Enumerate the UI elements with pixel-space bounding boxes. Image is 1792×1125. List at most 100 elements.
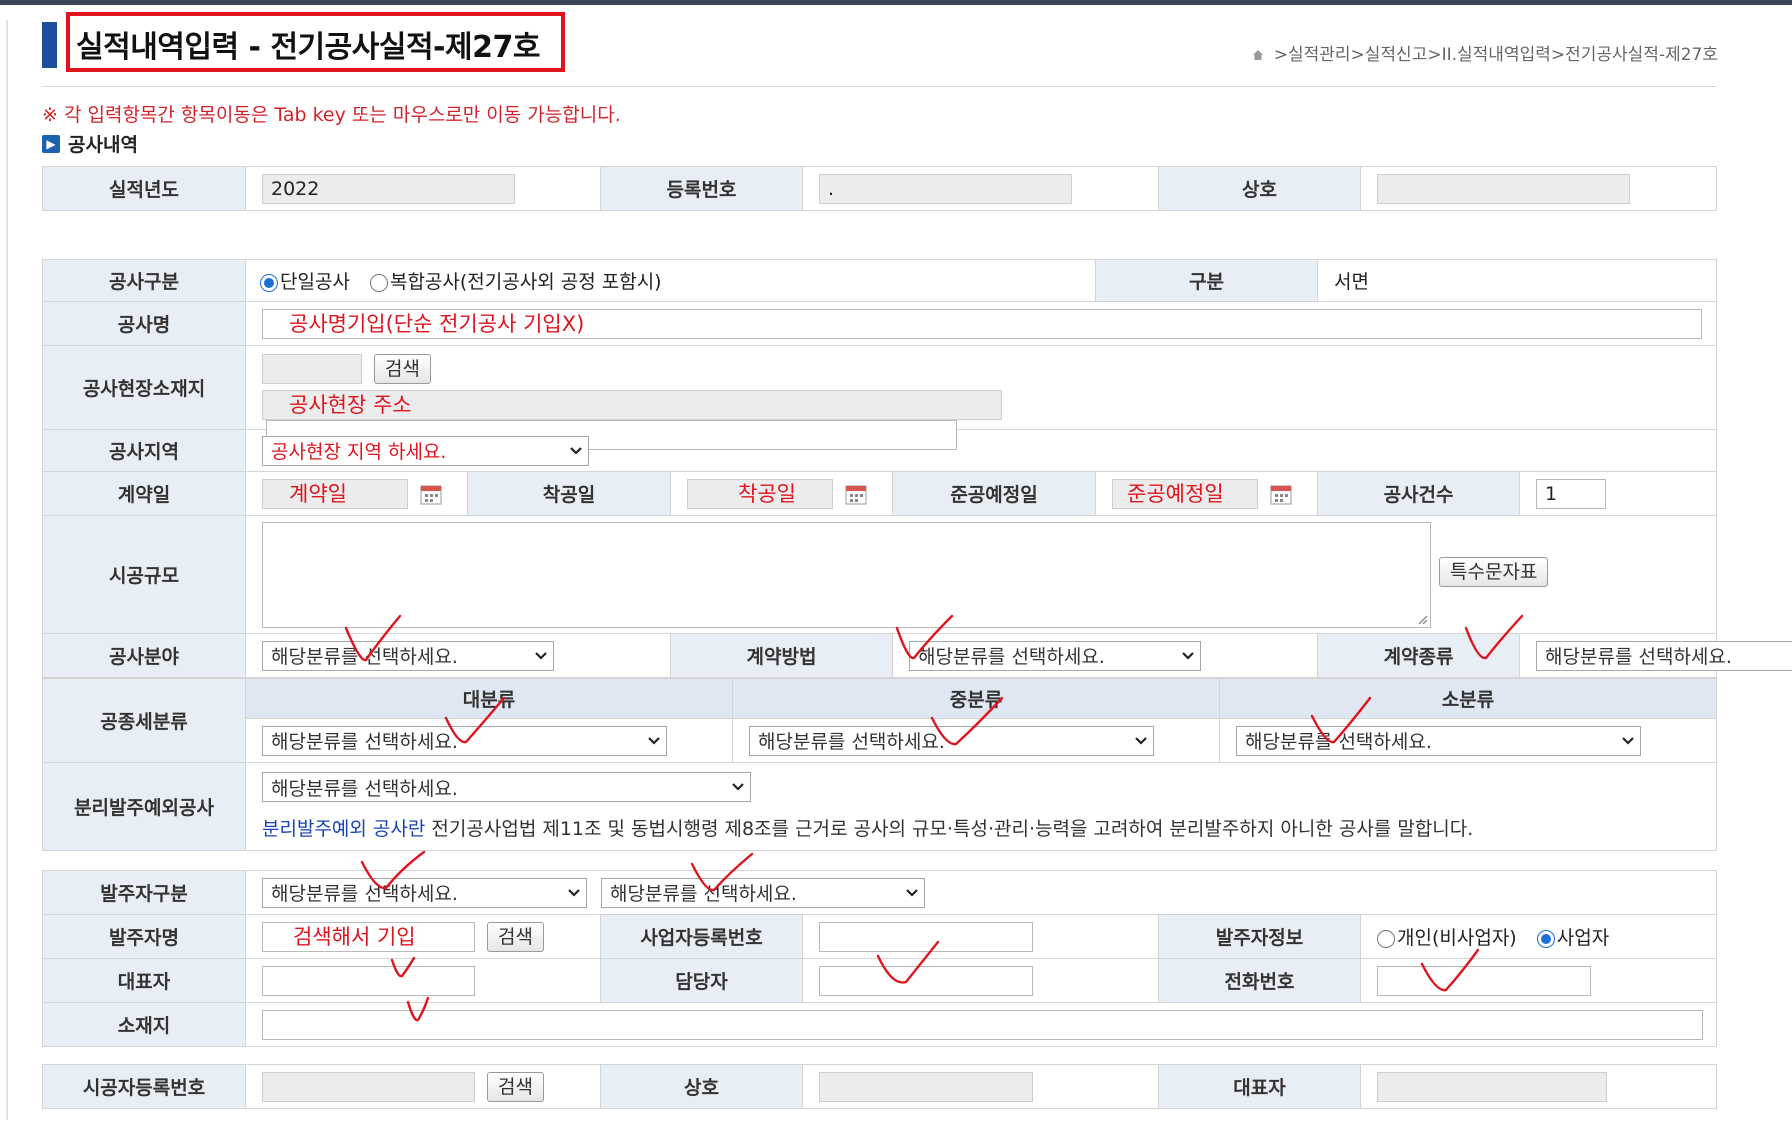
section-title-text: 공사내역 bbox=[68, 134, 138, 156]
client-rep-input[interactable] bbox=[262, 965, 475, 996]
biz-no-input[interactable] bbox=[819, 921, 1033, 952]
manager-input[interactable] bbox=[819, 965, 1033, 996]
phone-input[interactable] bbox=[1377, 965, 1591, 996]
summary-table: 실적년도 2022 등록번호 . 상호 bbox=[42, 166, 1717, 211]
contract-date-label: 계약일 bbox=[42, 471, 246, 516]
year-label: 실적년도 bbox=[42, 166, 246, 211]
work-name-input[interactable]: 공사명기입(단순 전기공사 기입X) bbox=[262, 308, 1702, 339]
radio-individual[interactable] bbox=[1377, 929, 1395, 948]
client-type-select[interactable]: 해당분류를 선택하세요. bbox=[262, 877, 587, 908]
work-name-label: 공사명 bbox=[42, 301, 246, 346]
calendar-icon[interactable] bbox=[845, 483, 867, 505]
work-type-label: 공사구분 bbox=[42, 259, 246, 302]
client-subtype-select[interactable]: 해당분류를 선택하세요. bbox=[601, 877, 926, 908]
client-search-button[interactable]: 검색 bbox=[487, 921, 545, 952]
minor-class-label: 소분류 bbox=[1219, 678, 1717, 719]
field-select[interactable]: 해당분류를 선택하세요. bbox=[262, 640, 554, 671]
builder-rep-input[interactable] bbox=[1377, 1071, 1607, 1102]
contract-method-label: 계약방법 bbox=[670, 633, 893, 678]
radio-single-work[interactable] bbox=[260, 273, 278, 292]
major-class-label: 대분류 bbox=[245, 678, 733, 719]
radio-individual-label: 개인(비사업자) bbox=[1397, 927, 1517, 949]
section-title: ▶ 공사내역 bbox=[42, 130, 138, 157]
header-divider bbox=[42, 86, 1716, 87]
contract-method-select[interactable]: 해당분류를 선택하세요. bbox=[909, 640, 1201, 671]
breadcrumb-path: >실적관리>실적신고>II.실적내역입력>전기공사실적-제27호 bbox=[1273, 45, 1718, 65]
chevron-down-icon bbox=[732, 783, 744, 791]
builder-search-button[interactable]: 검색 bbox=[487, 1071, 545, 1102]
exception-note: 분리발주예외 공사란 전기공사업법 제11조 및 동법시행령 제8조를 근거로 … bbox=[262, 814, 1700, 841]
category-label: 구분 bbox=[1095, 259, 1319, 302]
resize-handle-icon[interactable] bbox=[1416, 613, 1428, 625]
work-count-input[interactable]: 1 bbox=[1536, 478, 1607, 509]
minor-class-select[interactable]: 해당분류를 선택하세요. bbox=[1236, 725, 1641, 756]
subclass-label: 공종세분류 bbox=[42, 678, 246, 763]
middle-class-select-value: 해당분류를 선택하세요. bbox=[758, 731, 945, 753]
client-subtype-select-value: 해당분류를 선택하세요. bbox=[610, 883, 797, 905]
exception-note-lead: 분리발주예외 공사란 bbox=[262, 818, 426, 840]
site-search-button[interactable]: 검색 bbox=[374, 353, 432, 384]
middle-class-label: 중분류 bbox=[732, 678, 1220, 719]
region-select[interactable]: 공사현장 지역 하세요. bbox=[262, 435, 589, 466]
reg-no-input[interactable]: . bbox=[819, 173, 1072, 204]
builder-company-input[interactable] bbox=[819, 1071, 1033, 1102]
chevron-down-icon bbox=[1182, 651, 1194, 660]
builder-reg-no-label: 시공자등록번호 bbox=[42, 1064, 246, 1109]
contract-date-input[interactable]: 계약일 bbox=[262, 478, 408, 509]
section-arrow-icon: ▶ bbox=[42, 134, 60, 153]
field-select-value: 해당분류를 선택하세요. bbox=[271, 646, 458, 668]
company-input[interactable] bbox=[1377, 173, 1630, 204]
left-divider bbox=[6, 20, 8, 1120]
title-accent-bar bbox=[42, 22, 57, 68]
site-address-input[interactable]: 공사현장 주소 bbox=[262, 389, 1002, 420]
client-name-input[interactable]: 검색해서 기입 bbox=[262, 921, 475, 952]
scale-textarea[interactable] bbox=[262, 521, 1431, 628]
middle-class-select[interactable]: 해당분류를 선택하세요. bbox=[749, 725, 1154, 756]
contract-type-select[interactable]: 해당분류를 선택하세요. bbox=[1536, 640, 1792, 671]
category-value: 서면 bbox=[1317, 259, 1718, 302]
builder-company-label: 상호 bbox=[600, 1064, 803, 1109]
contract-method-select-value: 해당분류를 선택하세요. bbox=[918, 646, 1105, 668]
year-input[interactable]: 2022 bbox=[262, 173, 515, 204]
exception-note-body: 전기공사업법 제11조 및 동법시행령 제8조를 근거로 공사의 규모·특성·관… bbox=[425, 818, 1474, 840]
chevron-down-icon bbox=[568, 888, 580, 897]
top-bar bbox=[0, 0, 1792, 5]
exception-select-value: 해당분류를 선택하세요. bbox=[271, 777, 458, 800]
work-count-label: 공사건수 bbox=[1317, 471, 1521, 516]
client-address-input[interactable] bbox=[262, 1009, 1703, 1040]
client-address-label: 소재지 bbox=[42, 1002, 246, 1047]
major-class-select-value: 해당분류를 선택하세요. bbox=[271, 731, 458, 753]
radio-combined-label: 복합공사(전기공사외 공정 포함시) bbox=[389, 271, 662, 293]
site-label: 공사현장소재지 bbox=[42, 345, 246, 430]
client-rep-label: 대표자 bbox=[42, 958, 246, 1003]
contract-type-select-value: 해당분류를 선택하세요. bbox=[1545, 646, 1732, 668]
chevron-down-icon bbox=[1135, 736, 1147, 745]
exception-label: 분리발주예외공사 bbox=[42, 762, 246, 851]
start-date-input[interactable]: 착공일 bbox=[687, 478, 833, 509]
radio-combined-work[interactable] bbox=[369, 273, 388, 292]
reg-no-label: 등록번호 bbox=[600, 166, 803, 211]
company-label: 상호 bbox=[1158, 166, 1361, 211]
zipcode-input[interactable] bbox=[262, 353, 362, 384]
chevron-down-icon bbox=[648, 736, 660, 745]
calendar-icon[interactable] bbox=[420, 483, 442, 505]
client-name-label: 발주자명 bbox=[42, 914, 246, 959]
builder-reg-no-input[interactable] bbox=[262, 1071, 475, 1102]
exception-select[interactable]: 해당분류를 선택하세요. bbox=[262, 772, 751, 802]
special-char-button[interactable]: 특수문자표 bbox=[1439, 556, 1549, 587]
home-icon[interactable] bbox=[1252, 49, 1264, 61]
radio-business-label: 사업자 bbox=[1556, 927, 1610, 949]
calendar-icon[interactable] bbox=[1270, 483, 1292, 505]
manager-label: 담당자 bbox=[600, 958, 803, 1003]
radio-single-label: 단일공사 bbox=[280, 271, 350, 293]
start-date-label: 착공일 bbox=[467, 471, 671, 516]
radio-business[interactable] bbox=[1536, 929, 1555, 948]
major-class-select[interactable]: 해당분류를 선택하세요. bbox=[262, 725, 667, 756]
completion-date-input[interactable]: 준공예정일 bbox=[1112, 478, 1259, 509]
contract-type-label: 계약종류 bbox=[1317, 633, 1521, 678]
biz-no-label: 사업자등록번호 bbox=[600, 914, 803, 959]
chevron-down-icon bbox=[570, 446, 582, 455]
work-table: 공사구분 단일공사 복합공사(전기공사외 공정 포함시) 구분 서면 공사명 공… bbox=[42, 259, 1792, 678]
breadcrumb: >실적관리>실적신고>II.실적내역입력>전기공사실적-제27호 bbox=[1252, 40, 1718, 65]
client-table: 발주자구분 해당분류를 선택하세요. 해당분류를 선택하세요. 발주자명 검색해… bbox=[42, 870, 1718, 1047]
